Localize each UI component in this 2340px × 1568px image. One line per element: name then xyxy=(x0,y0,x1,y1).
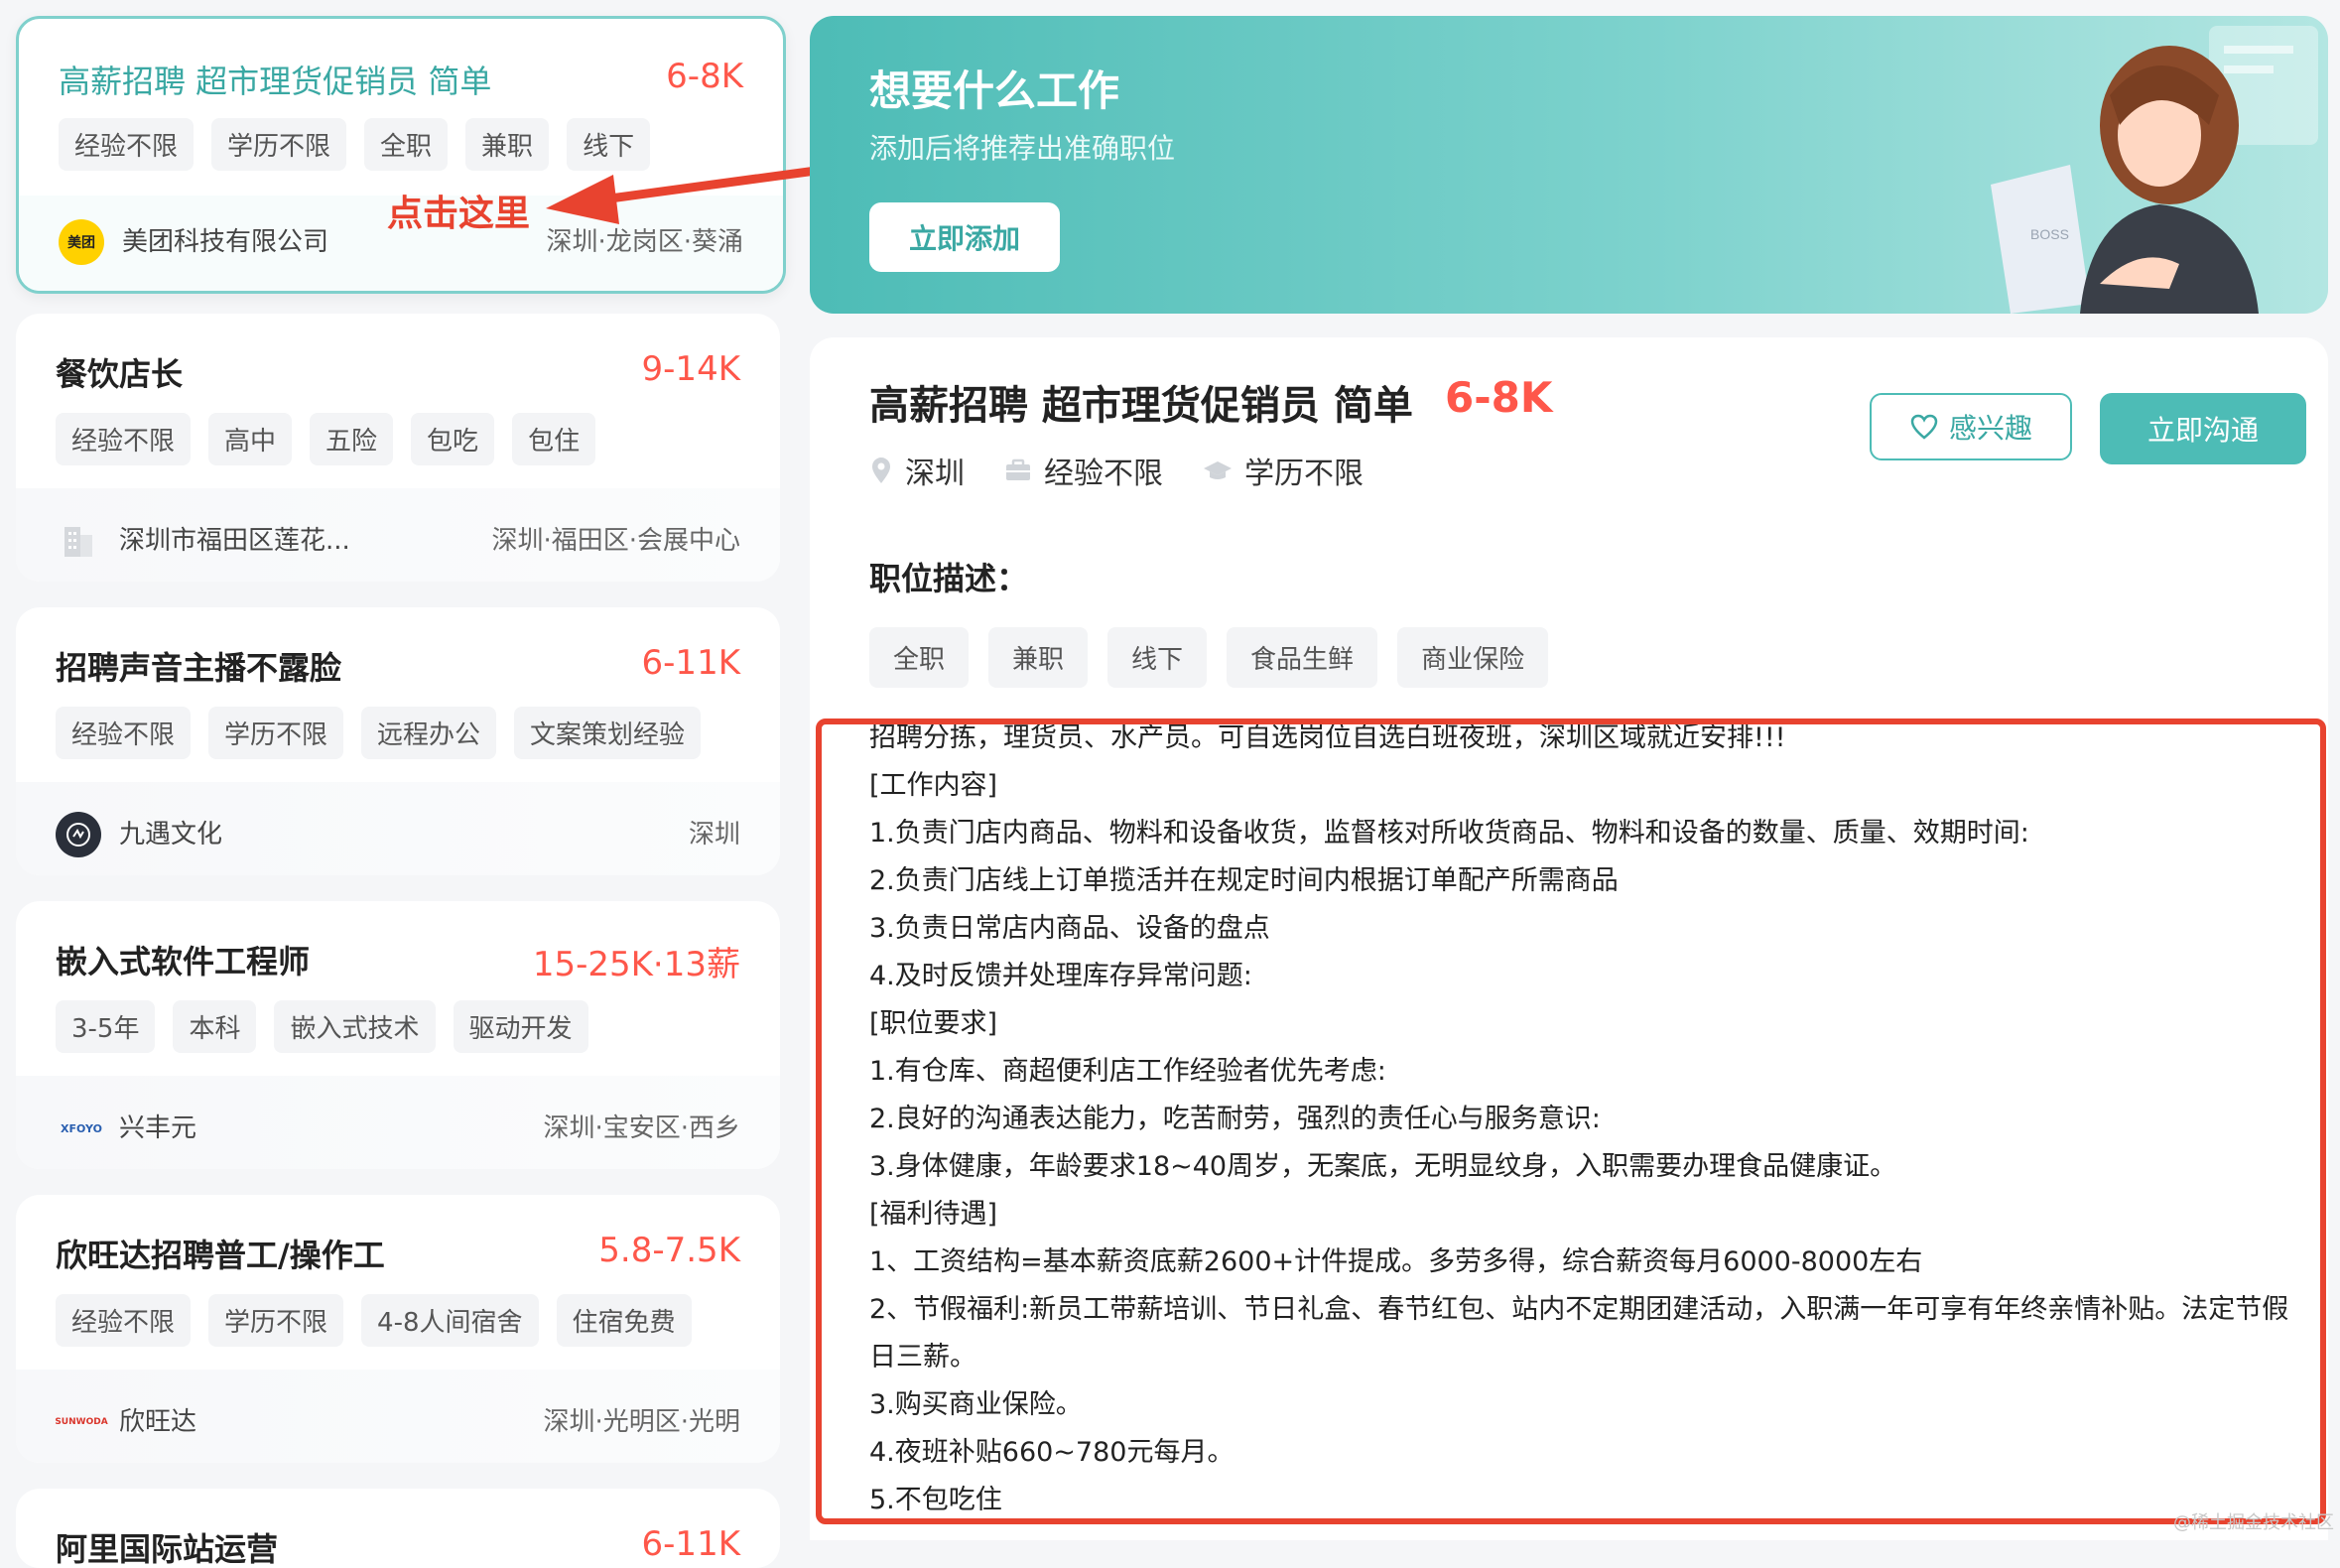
recommend-banner: 想要什么工作 添加后将推荐出准确职位 立即添加 BOSS xyxy=(810,16,2328,314)
detail-tag: 商业保险 xyxy=(1397,627,1549,688)
job-tag: 经验不限 xyxy=(59,118,195,171)
job-meta: 深圳 经验不限 学历不限 xyxy=(869,449,1364,492)
interested-label: 感兴趣 xyxy=(1948,412,2032,445)
job-tag: 4-8人间宿舍 xyxy=(361,1294,539,1347)
job-tags: 经验不限 高中 五险 包吃 包住 xyxy=(56,413,596,465)
job-location: 深圳·福田区·会展中心 xyxy=(491,526,740,556)
job-description-heading: 职位描述： xyxy=(869,560,1029,597)
chat-now-button[interactable]: 立即沟通 xyxy=(2100,393,2306,464)
job-tag: 高中 xyxy=(208,413,293,465)
job-tag: 经验不限 xyxy=(56,707,192,759)
job-salary: 6-11K xyxy=(641,1524,740,1564)
job-tag: 学历不限 xyxy=(208,707,344,759)
job-title: 招聘声音主播不露脸 xyxy=(56,649,342,687)
job-tag: 学历不限 xyxy=(211,118,347,171)
job-tag: 五险 xyxy=(310,413,394,465)
job-card[interactable]: 嵌入式软件工程师 15-25K·13薪 3-5年 本科 嵌入式技术 驱动开发 X… xyxy=(16,901,780,1169)
company-logo xyxy=(56,812,101,857)
job-tag: 包住 xyxy=(512,413,596,465)
company-name: 九遇文化 xyxy=(119,820,223,849)
job-tag: 文案策划经验 xyxy=(514,707,702,759)
job-tag: 嵌入式技术 xyxy=(274,1000,436,1053)
meta-education-label: 学历不限 xyxy=(1244,457,1364,491)
job-salary: 6-8K xyxy=(666,57,743,96)
company-name: 欣旺达 xyxy=(119,1407,197,1437)
detail-tag: 线下 xyxy=(1107,627,1208,688)
graduation-cap-icon xyxy=(1204,461,1232,479)
company-name: 美团科技有限公司 xyxy=(122,227,329,257)
watermark: @稀土掘金技术社区 xyxy=(2173,1512,2334,1533)
detail-tag: 兼职 xyxy=(988,627,1089,688)
job-title: 高薪招聘 超市理货促销员 简单 xyxy=(59,63,492,100)
job-location: 深圳·光明区·光明 xyxy=(543,1407,740,1437)
job-tag: 全职 xyxy=(364,118,449,171)
company-name: 深圳市福田区莲花... xyxy=(119,526,350,556)
job-card[interactable]: 欣旺达招聘普工/操作工 5.8-7.5K 经验不限 学历不限 4-8人间宿舍 住… xyxy=(16,1195,780,1463)
meta-experience-label: 经验不限 xyxy=(1044,457,1163,491)
job-card[interactable]: 餐饮店长 9-14K 经验不限 高中 五险 包吃 包住 深圳市福田区莲花... … xyxy=(16,314,780,582)
job-tag: 经验不限 xyxy=(56,413,192,465)
job-tag: 住宿免费 xyxy=(556,1294,692,1347)
job-tag: 驱动开发 xyxy=(453,1000,588,1053)
job-tag: 3-5年 xyxy=(56,1000,156,1053)
job-title: 阿里国际站运营 xyxy=(56,1530,279,1568)
location-pin-icon xyxy=(872,457,890,483)
add-now-button[interactable]: 立即添加 xyxy=(869,202,1060,272)
job-tag: 远程办公 xyxy=(361,707,497,759)
job-tag: 学历不限 xyxy=(208,1294,344,1347)
job-tags: 3-5年 本科 嵌入式技术 驱动开发 xyxy=(56,1000,588,1053)
meta-education: 学历不限 xyxy=(1203,449,1364,492)
company-name: 兴丰元 xyxy=(119,1113,197,1143)
banner-subtitle: 添加后将推荐出准确职位 xyxy=(869,132,1176,165)
job-card[interactable]: 阿里国际站运营 6-11K xyxy=(16,1489,780,1568)
job-tags: 经验不限 学历不限 远程办公 文案策划经验 xyxy=(56,707,702,759)
job-salary: 9-14K xyxy=(641,349,740,389)
annotation-highlight-box xyxy=(816,719,2326,1524)
detail-salary: 6-8K xyxy=(1445,373,1553,422)
laptop-text: BOSS xyxy=(2030,226,2069,242)
job-salary: 15-25K·13薪 xyxy=(532,945,740,984)
job-tag: 本科 xyxy=(173,1000,257,1053)
job-salary: 6-11K xyxy=(641,643,740,683)
detail-tag: 全职 xyxy=(869,627,970,688)
job-tags: 经验不限 学历不限 4-8人间宿舍 住宿免费 xyxy=(56,1294,692,1347)
job-title: 欣旺达招聘普工/操作工 xyxy=(56,1237,385,1274)
company-logo: 美团 xyxy=(59,219,104,265)
briefcase-icon xyxy=(1006,458,1030,480)
company-logo: XFOYO xyxy=(61,1121,102,1135)
detail-tags: 全职 兼职 线下 食品生鲜 商业保险 xyxy=(869,627,1549,688)
banner-title: 想要什么工作 xyxy=(869,66,1120,115)
job-title: 餐饮店长 xyxy=(56,355,184,393)
interested-button[interactable]: 感兴趣 xyxy=(1870,393,2072,460)
job-location: 深圳 xyxy=(688,820,740,849)
job-title: 嵌入式软件工程师 xyxy=(56,943,311,980)
woman-illustration: BOSS xyxy=(1991,26,2318,314)
building-icon xyxy=(56,518,101,564)
detail-tag: 食品生鲜 xyxy=(1227,627,1378,688)
heart-icon xyxy=(1910,414,1938,440)
job-location: 深圳·宝安区·西乡 xyxy=(543,1113,740,1143)
job-salary: 5.8-7.5K xyxy=(598,1231,740,1270)
detail-title: 高薪招聘 超市理货促销员 简单 xyxy=(869,383,1413,429)
meta-experience: 经验不限 xyxy=(1004,449,1163,492)
meta-city-label: 深圳 xyxy=(905,457,965,491)
job-tag: 经验不限 xyxy=(56,1294,192,1347)
job-card[interactable]: 招聘声音主播不露脸 6-11K 经验不限 学历不限 远程办公 文案策划经验 九遇… xyxy=(16,607,780,875)
annotation-click-here: 点击这里 xyxy=(387,194,531,234)
meta-city: 深圳 xyxy=(869,449,965,492)
job-tag: 包吃 xyxy=(411,413,495,465)
company-logo: SUNWODA xyxy=(55,1417,108,1427)
